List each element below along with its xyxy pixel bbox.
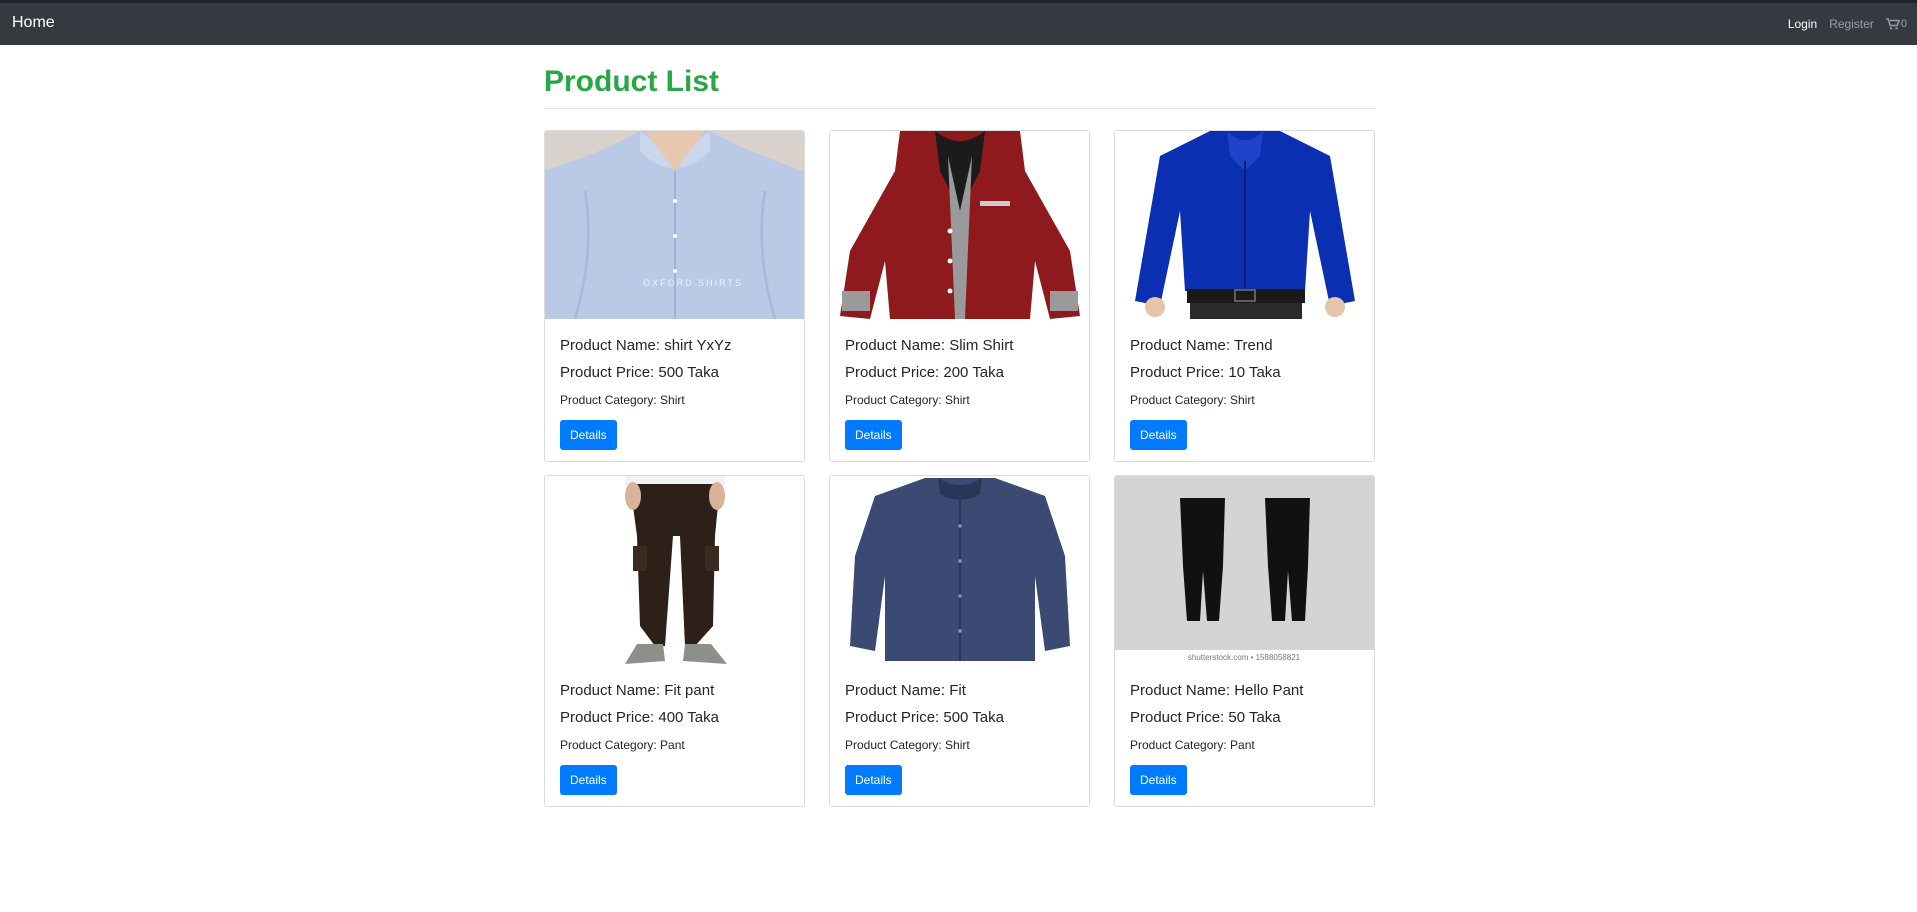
product-name: Product Name: shirt YxYz: [560, 337, 732, 354]
product-price: Product Price: 10 Taka: [1130, 364, 1281, 381]
product-card: Product Name: Slim Shirt Product Price: …: [829, 130, 1090, 462]
product-price: Product Price: 500 Taka: [560, 364, 719, 381]
product-category: Product Category: Pant: [560, 738, 685, 752]
product-category: Product Category: Pant: [1130, 738, 1255, 752]
top-navbar: Home Login Register 0: [0, 0, 1917, 45]
card-body: Product Name: Fit Product Price: 500 Tak…: [845, 677, 1074, 795]
login-link[interactable]: Login: [1788, 17, 1817, 31]
product-card: shutterstock.com • 1588058821 Product Na…: [1114, 475, 1375, 807]
product-image-pant: [545, 476, 804, 664]
product-image-shirt: OXFORD SHIRTS: [545, 131, 804, 319]
product-category: Product Category: Shirt: [560, 393, 685, 407]
register-link[interactable]: Register: [1829, 17, 1874, 31]
product-name: Product Name: Fit: [845, 682, 966, 699]
card-body: Product Name: Hello Pant Product Price: …: [1130, 677, 1359, 795]
card-body: Product Name: Slim Shirt Product Price: …: [845, 332, 1074, 450]
product-card: Product Name: Fit Product Price: 500 Tak…: [829, 475, 1090, 807]
product-name: Product Name: Hello Pant: [1130, 682, 1304, 699]
home-link[interactable]: Home: [12, 14, 55, 32]
product-card: OXFORD SHIRTS Product Name: shirt YxYz P…: [544, 130, 805, 462]
card-body: Product Name: Trend Product Price: 10 Ta…: [1130, 332, 1359, 450]
product-image-shirt: [830, 131, 1089, 319]
product-price: Product Price: 500 Taka: [845, 709, 1004, 726]
cart-icon: [1885, 18, 1900, 30]
image-caption: OXFORD SHIRTS: [643, 278, 743, 288]
product-category: Product Category: Shirt: [845, 393, 970, 407]
product-name: Product Name: Slim Shirt: [845, 337, 1014, 354]
product-name: Product Name: Trend: [1130, 337, 1273, 354]
product-grid: OXFORD SHIRTS Product Name: shirt YxYz P…: [544, 130, 1375, 807]
page-title: Product List: [544, 65, 720, 98]
product-price: Product Price: 200 Taka: [845, 364, 1004, 381]
details-button[interactable]: Details: [1130, 765, 1187, 795]
details-button[interactable]: Details: [845, 765, 902, 795]
product-price: Product Price: 50 Taka: [1130, 709, 1281, 726]
card-body: Product Name: shirt YxYz Product Price: …: [560, 332, 789, 450]
image-caption: shutterstock.com • 1588058821: [1188, 653, 1301, 662]
product-image-pant: shutterstock.com • 1588058821: [1115, 476, 1374, 664]
product-image-shirt: [1115, 131, 1374, 319]
cart-link[interactable]: 0: [1885, 18, 1907, 30]
details-button[interactable]: Details: [560, 765, 617, 795]
cart-count: 0: [1900, 18, 1907, 30]
details-button[interactable]: Details: [560, 420, 617, 450]
product-name: Product Name: Fit pant: [560, 682, 715, 699]
details-button[interactable]: Details: [1130, 420, 1187, 450]
product-price: Product Price: 400 Taka: [560, 709, 719, 726]
nav-right: Login Register 0: [1788, 17, 1907, 31]
product-category: Product Category: Shirt: [845, 738, 970, 752]
details-button[interactable]: Details: [845, 420, 902, 450]
product-category: Product Category: Shirt: [1130, 393, 1255, 407]
card-body: Product Name: Fit pant Product Price: 40…: [560, 677, 789, 795]
product-card: Product Name: Trend Product Price: 10 Ta…: [1114, 130, 1375, 462]
product-card: Product Name: Fit pant Product Price: 40…: [544, 475, 805, 807]
title-divider: [544, 108, 1376, 109]
product-image-shirt: [830, 476, 1089, 664]
main-container: Product List OXFORD SHIRTS Product Name:…: [544, 45, 1376, 807]
